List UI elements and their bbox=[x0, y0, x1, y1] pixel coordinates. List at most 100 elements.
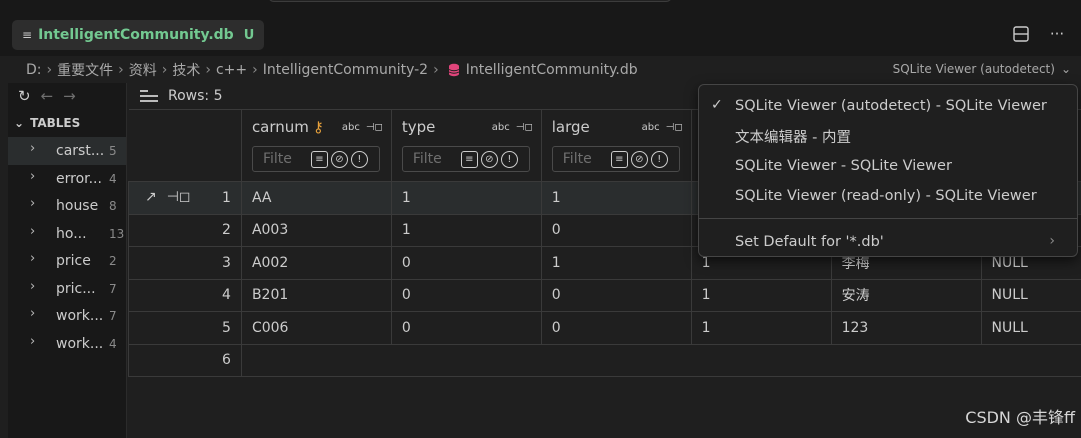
breadcrumb-item[interactable]: D: bbox=[26, 62, 42, 78]
arrow-right-icon[interactable]: → bbox=[63, 87, 76, 105]
sidebar-toolbar: ↻ ← → bbox=[8, 83, 126, 109]
column-filter[interactable]: ≡⊘! bbox=[251, 146, 380, 172]
table-cell[interactable]: 1 bbox=[390, 213, 542, 247]
menu-item-sqlite-autodetect[interactable]: ✓ SQLite Viewer (autodetect) - SQLite Vi… bbox=[699, 91, 1077, 121]
null-filter-icon[interactable]: ⊘ bbox=[480, 150, 498, 168]
pin-icon[interactable]: ⊣◻ bbox=[167, 189, 191, 205]
untracked-badge: U bbox=[243, 27, 255, 43]
expand-row-icon[interactable]: ↗ bbox=[145, 189, 157, 205]
menu-divider bbox=[699, 218, 1077, 219]
table-cell[interactable]: A002 bbox=[240, 246, 392, 280]
breadcrumb-item[interactable]: c++ bbox=[216, 62, 247, 78]
refresh-icon[interactable]: ↻ bbox=[18, 87, 31, 105]
new-row-cell[interactable] bbox=[240, 343, 1081, 377]
row-number-cell: 3 bbox=[128, 246, 242, 280]
info-icon[interactable]: ! bbox=[350, 150, 368, 168]
pin-icon[interactable]: ⊣◻ bbox=[516, 122, 533, 133]
menu-item-set-default[interactable]: Set Default for '*.db' › bbox=[699, 227, 1077, 257]
column-filter[interactable]: ≡⊘! bbox=[551, 146, 680, 172]
sidebar-table-item[interactable]: › work... 7 bbox=[8, 302, 126, 330]
column-header[interactable]: carnum ⚷ abc ⊣◻ ≡⊘! bbox=[240, 109, 392, 182]
table-cell[interactable]: 安涛 bbox=[830, 278, 982, 312]
table-cell[interactable]: 123 bbox=[830, 311, 982, 345]
menu-item-sqlite-readonly[interactable]: SQLite Viewer (read-only) - SQLite Viewe… bbox=[699, 181, 1077, 211]
pin-icon[interactable]: ⊣◻ bbox=[366, 122, 383, 133]
chevron-right-icon: › bbox=[30, 223, 36, 239]
sidebar-table-item[interactable]: › error... 4 bbox=[8, 165, 126, 193]
breadcrumb-item[interactable]: IntelligentCommunity.db bbox=[466, 62, 638, 78]
info-icon[interactable]: ! bbox=[650, 150, 668, 168]
sidebar-table-item[interactable]: › work... 4 bbox=[8, 330, 126, 358]
column-filter[interactable]: ≡⊘! bbox=[401, 146, 530, 172]
table-cell[interactable]: 1 bbox=[390, 181, 542, 215]
more-actions-icon[interactable]: ··· bbox=[1047, 24, 1067, 44]
table-cell[interactable]: 1 bbox=[540, 246, 692, 280]
editor-select[interactable]: SQLite Viewer (autodetect) ⌄ bbox=[893, 62, 1071, 76]
menu-item-label: 文本编辑器 - 内置 bbox=[735, 129, 851, 146]
breadcrumb-item[interactable]: 资料 bbox=[129, 60, 157, 80]
column-header[interactable]: large abc ⊣◻ ≡⊘! bbox=[540, 109, 692, 182]
table-cell[interactable]: 0 bbox=[540, 213, 692, 247]
row-number: 4 bbox=[222, 287, 231, 304]
editor-select-label: SQLite Viewer (autodetect) bbox=[892, 62, 1055, 76]
title-strip bbox=[0, 0, 1081, 14]
row-number-cell: 6 bbox=[128, 343, 242, 377]
table-row-count: 2 bbox=[109, 254, 117, 268]
table-cell[interactable]: 1 bbox=[540, 181, 692, 215]
type-text-icon: abc bbox=[491, 121, 510, 133]
sidebar-table-item[interactable]: › price 2 bbox=[8, 247, 126, 275]
table-cell[interactable]: C006 bbox=[240, 311, 392, 345]
breadcrumb-item[interactable]: IntelligentCommunity-2 bbox=[263, 62, 428, 78]
split-editor-icon[interactable] bbox=[1011, 24, 1031, 44]
table-cell[interactable]: 0 bbox=[390, 278, 542, 312]
filter-mode-icon[interactable]: ≡ bbox=[310, 150, 328, 168]
table-cell[interactable]: 0 bbox=[540, 278, 692, 312]
table-cell[interactable]: AA bbox=[240, 181, 392, 215]
table-cell[interactable]: 1 bbox=[690, 311, 832, 345]
table-cell[interactable]: NULL bbox=[980, 278, 1081, 312]
table-cell[interactable]: 1 bbox=[690, 278, 832, 312]
table-row-count: 5 bbox=[109, 144, 117, 158]
breadcrumb-item[interactable]: 技术 bbox=[172, 60, 200, 80]
chevron-right-icon: › bbox=[118, 61, 124, 78]
breadcrumb-item[interactable]: 重要文件 bbox=[57, 60, 113, 80]
filter-input[interactable] bbox=[562, 151, 605, 167]
chevron-right-icon: › bbox=[161, 61, 168, 78]
table-row[interactable]: 5 C006 0 0 1 123 NULL bbox=[128, 311, 1081, 345]
filter-mode-icon[interactable]: ≡ bbox=[460, 150, 478, 168]
table-cell[interactable]: A003 bbox=[240, 213, 392, 247]
row-number: 3 bbox=[222, 254, 231, 271]
pin-icon[interactable]: ⊣◻ bbox=[666, 122, 683, 133]
tables-header[interactable]: ⌄ TABLES bbox=[8, 109, 126, 137]
new-row[interactable]: 6 bbox=[128, 343, 1081, 377]
watermark: CSDN @丰锋ff bbox=[965, 408, 1075, 427]
column-name: type bbox=[401, 118, 436, 136]
sidebar-table-item[interactable]: › ho... 13 bbox=[8, 220, 126, 248]
table-cell[interactable]: 0 bbox=[540, 311, 692, 345]
filter-input[interactable] bbox=[262, 151, 305, 167]
row-number: 6 bbox=[222, 352, 231, 368]
table-cell[interactable]: B201 bbox=[240, 278, 392, 312]
command-center[interactable] bbox=[268, 0, 672, 2]
null-filter-icon[interactable]: ⊘ bbox=[630, 150, 648, 168]
tables-sidebar: ↻ ← → ⌄ TABLES › carst... 5 › error... 4 › ho… bbox=[8, 83, 127, 438]
info-icon[interactable]: ! bbox=[500, 150, 518, 168]
filter-mode-icon[interactable]: ≡ bbox=[610, 150, 628, 168]
table-cell[interactable]: NULL bbox=[980, 311, 1081, 345]
table-cell[interactable]: 0 bbox=[390, 246, 542, 280]
menu-item-sqlite-viewer[interactable]: SQLite Viewer - SQLite Viewer bbox=[699, 151, 1077, 181]
menu-item-label: SQLite Viewer (read-only) - SQLite Viewe… bbox=[735, 188, 1037, 204]
arrow-left-icon[interactable]: ← bbox=[41, 87, 54, 105]
filter-input[interactable] bbox=[412, 151, 455, 167]
menu-item-text-editor[interactable]: 文本编辑器 - 内置 bbox=[699, 121, 1077, 151]
table-row-count: 4 bbox=[109, 336, 117, 351]
sidebar-table-item[interactable]: › house 8 bbox=[8, 192, 126, 220]
sidebar-table-item[interactable]: › carst... 5 bbox=[8, 137, 126, 165]
null-filter-icon[interactable]: ⊘ bbox=[330, 150, 348, 168]
sidebar-table-item[interactable]: › pric... 7 bbox=[8, 275, 126, 303]
file-lines-icon: ≡ bbox=[22, 28, 33, 42]
table-cell[interactable]: 0 bbox=[390, 311, 542, 345]
table-row[interactable]: 4 B201 0 0 1 安涛 NULL bbox=[128, 278, 1081, 312]
column-header[interactable]: type abc ⊣◻ ≡⊘! bbox=[390, 109, 542, 182]
editor-tab[interactable]: ≡ IntelligentCommunity.db U bbox=[12, 20, 265, 50]
